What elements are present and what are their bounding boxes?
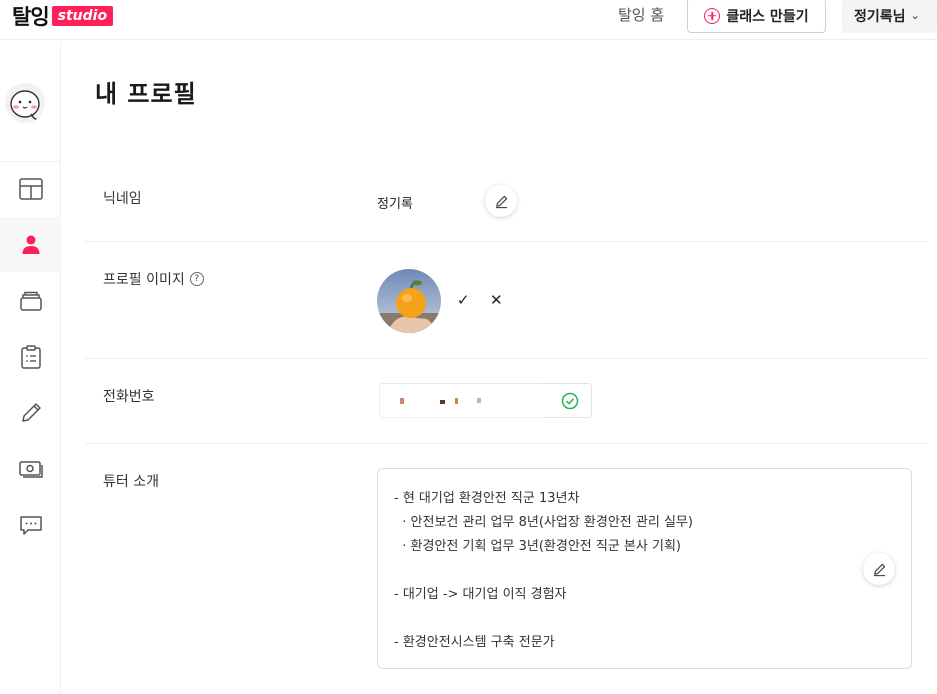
stack-icon bbox=[19, 291, 42, 311]
plus-circle-icon bbox=[704, 7, 721, 24]
masked-pixel bbox=[400, 398, 404, 404]
nickname-label: 닉네임 bbox=[103, 191, 142, 207]
profile-image-label: 프로필 이미지 ? bbox=[103, 269, 204, 289]
edit-intro-button[interactable] bbox=[863, 553, 895, 585]
sidebar bbox=[0, 41, 61, 694]
clipboard-icon bbox=[20, 344, 41, 369]
sidebar-item-classes[interactable] bbox=[0, 273, 61, 328]
sidebar-item-messages[interactable] bbox=[0, 497, 61, 552]
sidebar-item-profile[interactable] bbox=[0, 217, 61, 272]
orange-photo-image bbox=[377, 269, 441, 333]
nickname-value: 정기록 bbox=[377, 197, 413, 212]
intro-line: · 안전보건 관리 업무 8년(사업장 환경안전 관리 실무) bbox=[394, 515, 693, 530]
user-menu-button[interactable]: 정기록님 ⌄ bbox=[842, 0, 937, 33]
row-divider bbox=[85, 241, 928, 242]
sidebar-item-clipboard[interactable] bbox=[0, 329, 61, 384]
create-class-button[interactable]: 클래스 만들기 bbox=[687, 0, 826, 33]
money-icon bbox=[18, 460, 43, 478]
create-class-label: 클래스 만들기 bbox=[726, 8, 809, 25]
profile-image[interactable] bbox=[377, 269, 441, 333]
character-avatar-icon bbox=[5, 83, 45, 123]
intro-line: - 현 대기업 환경안전 직군 13년차 bbox=[394, 491, 580, 506]
logo-badge: studio bbox=[51, 6, 114, 26]
intro-line: · 환경안전 기획 업무 3년(환경안전 직군 본사 기획) bbox=[394, 539, 681, 554]
phone-number-masked bbox=[380, 384, 546, 417]
tutor-intro-box: - 현 대기업 환경안전 직군 13년차 · 안전보건 관리 업무 8년(사업장… bbox=[377, 468, 912, 669]
sidebar-item-settlement[interactable] bbox=[0, 441, 61, 496]
chevron-down-icon: ⌄ bbox=[910, 9, 920, 22]
user-name: 정기록님 bbox=[854, 8, 906, 25]
chat-icon bbox=[19, 515, 42, 535]
sidebar-item-write[interactable] bbox=[0, 385, 61, 440]
phone-field[interactable] bbox=[379, 383, 592, 418]
masked-pixel bbox=[440, 400, 445, 404]
person-icon bbox=[22, 235, 39, 254]
home-link[interactable]: 탈잉 홈 bbox=[618, 4, 664, 25]
edit-icon bbox=[873, 563, 885, 576]
cancel-close-icon[interactable]: ✕ bbox=[490, 291, 503, 309]
help-icon[interactable]: ? bbox=[189, 272, 204, 286]
avatar[interactable] bbox=[5, 83, 45, 123]
masked-pixel bbox=[477, 398, 481, 403]
row-divider bbox=[85, 443, 928, 444]
intro-line: - 대기업 -> 대기업 이직 경험자 bbox=[394, 587, 567, 602]
edit-nickname-button[interactable] bbox=[485, 185, 517, 217]
confirm-check-icon[interactable]: ✓ bbox=[457, 291, 470, 309]
page-title: 내 프로필 bbox=[95, 80, 197, 108]
intro-line bbox=[394, 559, 911, 583]
top-header: 탈잉 studio 탈잉 홈 클래스 만들기 정기록님 ⌄ bbox=[0, 0, 937, 40]
sidebar-item-dashboard[interactable] bbox=[0, 161, 61, 216]
pencil-icon bbox=[21, 402, 41, 422]
intro-line bbox=[394, 607, 911, 631]
taling-studio-logo[interactable]: 탈잉 studio bbox=[12, 1, 114, 31]
layout-icon bbox=[18, 177, 43, 200]
profile-image-label-text: 프로필 이미지 bbox=[103, 272, 185, 288]
row-divider bbox=[85, 358, 928, 359]
logo-text: 탈잉 bbox=[12, 5, 50, 29]
masked-pixel bbox=[455, 398, 458, 404]
phone-label: 전화번호 bbox=[103, 389, 155, 405]
edit-icon bbox=[495, 195, 507, 208]
verified-check-icon bbox=[561, 392, 579, 410]
intro-line: - 환경안전시스템 구축 전문가 bbox=[394, 635, 555, 650]
tutor-intro-label: 튜터 소개 bbox=[103, 474, 159, 490]
